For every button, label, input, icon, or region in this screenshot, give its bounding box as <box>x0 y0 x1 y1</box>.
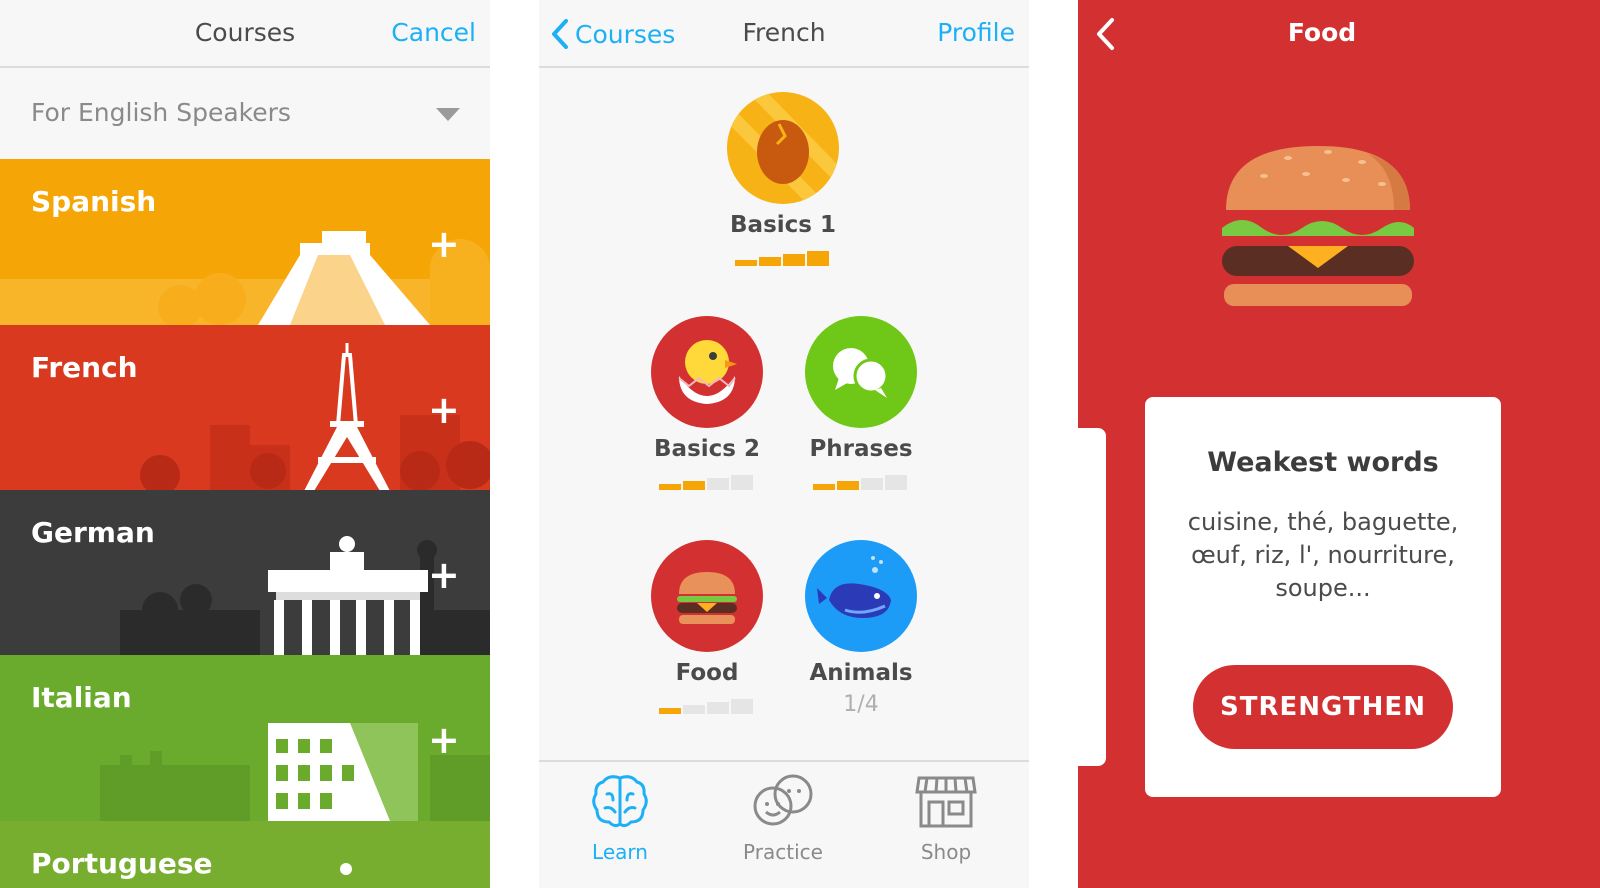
faces-icon <box>753 774 813 826</box>
skill-circle <box>805 316 917 428</box>
tab-practice[interactable]: Practice <box>723 770 843 864</box>
strength-bar <box>813 484 835 490</box>
course-name: French <box>31 351 138 384</box>
bottom-tab-bar: Learn Practice Shop <box>539 760 1029 888</box>
egg-icon <box>727 92 839 204</box>
skill-title: Food <box>1287 18 1357 47</box>
lesson-progress: 1/4 <box>843 692 879 717</box>
store-icon <box>915 776 977 828</box>
skill-tree-screen: French Courses Profile Basics 1 Basics 2… <box>539 0 1029 888</box>
strength-bar <box>759 257 781 266</box>
course-portuguese[interactable]: Portuguese <box>0 821 490 888</box>
back-to-courses-button[interactable]: Courses <box>551 14 675 54</box>
strength-bar <box>861 478 883 490</box>
tree-header: French Courses Profile <box>539 0 1029 68</box>
skill-basics-2[interactable]: Basics 2 <box>617 316 797 490</box>
add-course-icon[interactable]: + <box>428 391 460 429</box>
strength-meter <box>813 472 909 490</box>
skill-label: Phrases <box>809 436 913 462</box>
strength-bar <box>885 475 907 490</box>
skill-label: Animals <box>809 660 913 686</box>
skill-circle <box>805 540 917 652</box>
add-course-icon[interactable]: + <box>428 225 460 263</box>
strength-meter <box>659 472 755 490</box>
course-french[interactable]: French + <box>0 325 490 491</box>
course-name: Italian <box>31 681 132 714</box>
strength-bar <box>837 481 859 490</box>
strength-bar <box>731 699 753 714</box>
whale-icon <box>817 556 891 618</box>
strength-meter <box>659 696 755 714</box>
skill-label: Basics 1 <box>730 212 836 238</box>
chevron-left-icon <box>552 19 568 49</box>
skill-label: Basics 2 <box>654 436 760 462</box>
colosseum-skyline-icon <box>100 723 490 821</box>
strength-bar <box>659 708 681 714</box>
tab-shop[interactable]: Shop <box>886 770 1006 864</box>
card-title: Weakest words <box>1207 447 1439 478</box>
food-skill-screen: Food Weakest words cuisine, thé, baguett… <box>1078 0 1600 888</box>
skill-circle <box>651 316 763 428</box>
add-course-icon[interactable]: + <box>428 721 460 759</box>
previous-card[interactable] <box>1078 428 1106 766</box>
tab-learn[interactable]: Learn <box>560 770 680 864</box>
weakest-words-list: cuisine, thé, baguette, œuf, riz, l', no… <box>1187 508 1459 602</box>
language-filter-dropdown[interactable]: For English Speakers <box>0 70 490 160</box>
course-name: Portuguese <box>31 847 213 880</box>
strength-bar <box>807 251 829 266</box>
burger-icon <box>677 572 737 624</box>
strength-bar <box>731 475 753 490</box>
skill-phrases[interactable]: Phrases <box>771 316 951 490</box>
strength-bar <box>783 254 805 266</box>
strength-meter <box>735 248 831 266</box>
course-italian[interactable]: Italian + <box>0 655 490 821</box>
strength-bar <box>659 484 681 490</box>
language-filter-label: For English Speakers <box>31 98 291 127</box>
back-label: Courses <box>575 19 676 49</box>
eiffel-tower-skyline-icon <box>140 343 490 491</box>
tab-label: Practice <box>743 840 823 864</box>
strengthen-button[interactable]: STRENGTHEN <box>1193 665 1453 749</box>
course-german[interactable]: German + <box>0 490 490 656</box>
burger-icon <box>1222 146 1414 306</box>
caret-down-icon <box>436 108 460 121</box>
strength-bar <box>707 478 729 490</box>
brain-icon <box>592 775 648 828</box>
skill-basics-1[interactable]: Basics 1 <box>693 92 873 266</box>
skill-animals[interactable]: Animals 1/4 <box>771 540 951 717</box>
strength-bar <box>683 705 705 714</box>
courses-header: Courses Cancel <box>0 0 490 68</box>
course-spanish[interactable]: Spanish + <box>0 159 490 325</box>
skill-label: Food <box>675 660 739 686</box>
weakest-words-card: Weakest words cuisine, thé, baguette, œu… <box>1145 397 1501 797</box>
course-name: Spanish <box>31 185 157 218</box>
cancel-button[interactable]: Cancel <box>391 18 476 47</box>
pyramid-skyline-icon <box>0 231 490 325</box>
speech-bubbles-icon <box>833 348 889 398</box>
chick-icon <box>678 340 737 404</box>
tab-label: Learn <box>592 840 648 864</box>
add-course-icon[interactable]: + <box>428 556 460 594</box>
skill-circle <box>727 92 839 204</box>
courses-screen: Courses Cancel For English Speakers Span… <box>0 0 490 888</box>
skill-circle <box>651 540 763 652</box>
strength-bar <box>707 702 729 714</box>
strength-bar <box>683 481 705 490</box>
strength-bar <box>735 260 757 266</box>
brandenburg-gate-skyline-icon <box>120 536 490 656</box>
tab-label: Shop <box>920 840 972 864</box>
profile-button[interactable]: Profile <box>937 18 1015 47</box>
skill-food[interactable]: Food <box>617 540 797 714</box>
course-name: German <box>31 516 155 549</box>
